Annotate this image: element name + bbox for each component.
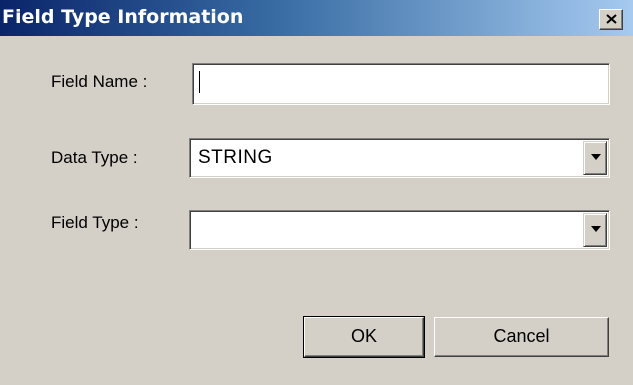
field-type-label: Field Type : xyxy=(51,213,139,232)
cancel-button[interactable]: Cancel xyxy=(434,317,609,357)
field-name-input[interactable] xyxy=(195,66,607,102)
chevron-down-icon xyxy=(591,154,601,160)
text-caret xyxy=(199,71,200,93)
ok-button[interactable]: OK xyxy=(303,316,425,358)
chevron-down-icon xyxy=(591,226,601,232)
field-type-dialog: Field Type Information Field Name : Data… xyxy=(0,0,633,385)
field-type-dropdown-button[interactable] xyxy=(583,213,607,247)
close-button[interactable] xyxy=(599,9,623,30)
close-icon xyxy=(606,14,617,24)
data-type-select[interactable]: STRING xyxy=(189,138,610,178)
dialog-title: Field Type Information xyxy=(2,6,244,28)
field-name-field[interactable] xyxy=(192,63,610,105)
title-bar[interactable]: Field Type Information xyxy=(0,0,633,36)
data-type-dropdown-button[interactable] xyxy=(583,141,607,175)
field-type-select[interactable] xyxy=(189,210,610,250)
data-type-value: STRING xyxy=(198,147,273,168)
data-type-label: Data Type : xyxy=(51,148,138,167)
field-name-label: Field Name : xyxy=(51,72,148,91)
